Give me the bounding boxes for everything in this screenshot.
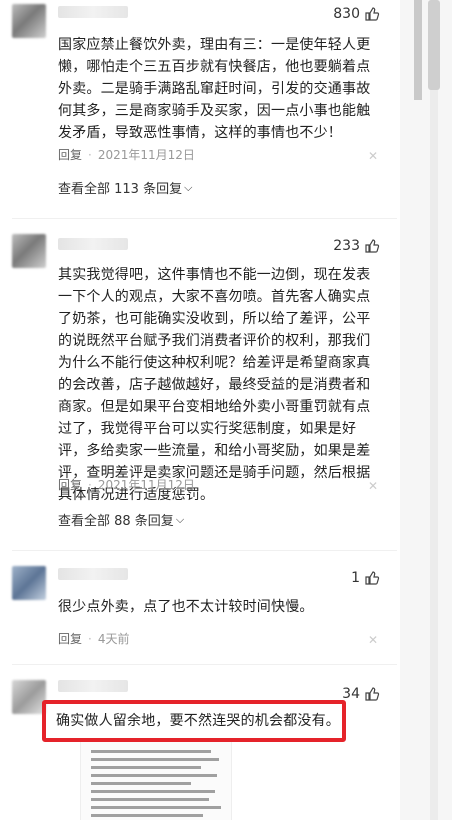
- close-icon[interactable]: ✕: [368, 150, 378, 162]
- thumbs-up-icon: [365, 239, 380, 253]
- view-all-label: 查看全部 113 条回复: [58, 182, 183, 197]
- like-count: 233: [333, 238, 360, 254]
- username-blurred[interactable]: [58, 568, 128, 580]
- reply-button[interactable]: 回复: [58, 476, 82, 493]
- comment-meta: 回复 · 2021年11月12日: [58, 146, 195, 163]
- avatar[interactable]: [12, 566, 46, 600]
- username-blurred[interactable]: [58, 238, 128, 250]
- avatar[interactable]: [12, 680, 46, 714]
- close-icon[interactable]: ✕: [368, 634, 378, 646]
- comment-time: 2021年11月12日: [97, 478, 195, 492]
- doc-line: [91, 774, 217, 777]
- chevron-down-icon: ⌵: [175, 512, 185, 526]
- close-icon[interactable]: ✕: [368, 480, 378, 492]
- doc-line: [91, 782, 191, 785]
- doc-line: [91, 798, 209, 801]
- comment-text: 确实做人留余地，要不然连哭的机会都没有。: [56, 713, 340, 729]
- divider: [12, 550, 397, 551]
- divider: [12, 664, 397, 665]
- like-count: 34: [342, 686, 360, 702]
- meta-separator: ·: [88, 147, 92, 162]
- thumbs-up-icon: [365, 7, 380, 21]
- scroll-thumb[interactable]: [428, 0, 440, 90]
- like-count: 1: [351, 570, 360, 586]
- doc-line: [91, 806, 221, 809]
- doc-line: [91, 814, 203, 817]
- like-button[interactable]: 830: [333, 6, 380, 22]
- view-all-replies[interactable]: 查看全部 88 条回复 ⌵: [58, 510, 185, 530]
- reply-button[interactable]: 回复: [58, 630, 82, 647]
- attached-document-image[interactable]: [80, 742, 232, 820]
- comment-meta: 回复 · 4天前: [58, 630, 129, 647]
- view-all-label: 查看全部 88 条回复: [58, 514, 174, 529]
- meta-separator: ·: [88, 477, 92, 492]
- comment-meta: 回复 · 2021年11月12日: [58, 476, 195, 493]
- like-button[interactable]: 233: [333, 238, 380, 254]
- comment-feed: 830 国家应禁止餐饮外卖，理由有三：一是使年轻人更懒，哪怕走个三五百步就有快餐…: [0, 0, 400, 820]
- scroll-track-left: [414, 0, 422, 100]
- thumbs-up-icon: [365, 687, 380, 701]
- avatar[interactable]: [12, 4, 46, 38]
- doc-line: [91, 766, 201, 769]
- comment-text: 很少点外卖，点了也不太计较时间快慢。: [58, 599, 314, 615]
- avatar[interactable]: [12, 234, 46, 268]
- like-button[interactable]: 1: [351, 570, 380, 586]
- doc-line: [91, 758, 219, 761]
- username-blurred[interactable]: [58, 680, 128, 692]
- divider: [12, 218, 397, 219]
- meta-separator: ·: [88, 631, 92, 646]
- doc-line: [91, 790, 215, 793]
- username-blurred[interactable]: [58, 6, 128, 18]
- comment-text: 国家应禁止餐饮外卖，理由有三：一是使年轻人更懒，哪怕走个三五百步就有快餐店，他也…: [58, 37, 371, 141]
- comment-text: 其实我觉得吧，这件事情也不能一边倒，现在发表一下个人的观点，大家不喜勿喷。首先客…: [58, 267, 371, 503]
- scroll-track[interactable]: [430, 0, 438, 820]
- view-all-replies[interactable]: 查看全部 113 条回复 ⌵: [58, 178, 193, 198]
- thumbs-up-icon: [365, 571, 380, 585]
- comment-time: 2021年11月12日: [97, 148, 195, 162]
- comment-time: 4天前: [97, 632, 130, 646]
- like-button[interactable]: 34: [342, 686, 380, 702]
- chevron-down-icon: ⌵: [184, 180, 193, 194]
- doc-line: [91, 750, 211, 753]
- reply-button[interactable]: 回复: [58, 146, 82, 163]
- scrollbar[interactable]: [400, 0, 452, 820]
- like-count: 830: [333, 6, 360, 22]
